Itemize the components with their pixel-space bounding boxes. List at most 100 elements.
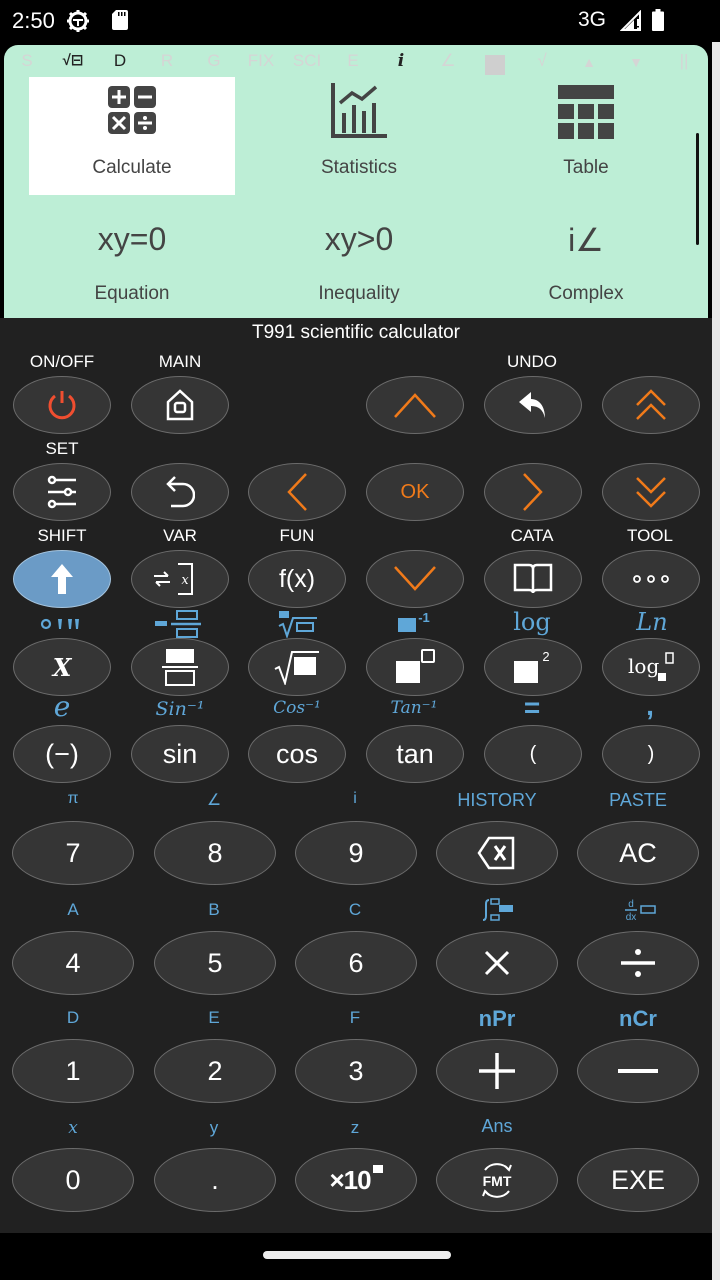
down-button[interactable]	[366, 550, 464, 608]
tool-button[interactable]	[602, 550, 700, 608]
back-button[interactable]	[131, 463, 229, 521]
format-button[interactable]: FMT	[436, 1148, 558, 1212]
execute-button[interactable]: EXE	[577, 1148, 699, 1212]
tan-button[interactable]: tan	[366, 725, 464, 783]
key-4[interactable]: 4	[12, 931, 134, 995]
table-icon	[558, 85, 614, 139]
square-button[interactable]: 2	[484, 638, 582, 696]
var-button[interactable]: x	[131, 550, 229, 608]
menu-label: Inequality	[318, 283, 400, 304]
fx-label: f(x)	[278, 564, 316, 593]
square-root-button[interactable]	[248, 638, 346, 696]
plus-button[interactable]	[436, 1039, 558, 1103]
key-label: 8	[207, 837, 223, 868]
negative-button[interactable]: (−)	[13, 725, 111, 783]
label-undo: UNDO	[506, 352, 558, 371]
shift-arrow-icon	[51, 564, 73, 594]
x-variable-button[interactable]: X	[13, 638, 111, 696]
log-base-button[interactable]: log	[602, 638, 700, 696]
divide-button[interactable]	[577, 931, 699, 995]
paste-label[interactable]: PASTE	[609, 790, 667, 811]
all-clear-button[interactable]: AC	[577, 821, 699, 885]
menu-calculate[interactable]: Calculate	[29, 77, 235, 195]
fmt-label: FMT	[483, 1173, 512, 1189]
power-icon	[48, 391, 76, 420]
key-label: )	[647, 742, 655, 765]
ok-label: OK	[400, 480, 430, 503]
key-0[interactable]: 0	[12, 1148, 134, 1212]
shift-button[interactable]	[13, 550, 111, 608]
menu-inequality[interactable]: xy>0 Inequality	[256, 205, 462, 318]
comma-shift-label: ,	[646, 690, 654, 721]
menu-statistics[interactable]: Statistics	[256, 77, 462, 195]
back-icon	[166, 476, 195, 508]
ncr-shift-label: nCr	[619, 1006, 657, 1031]
left-button[interactable]	[248, 463, 346, 521]
c-shift-label: C	[348, 900, 362, 919]
label-shift: SHIFT	[37, 526, 87, 545]
home-icon	[166, 389, 194, 421]
multiply-button[interactable]	[436, 931, 558, 995]
open-paren-button[interactable]: (	[484, 725, 582, 783]
page-up-button[interactable]	[602, 376, 700, 434]
cos-button[interactable]: cos	[248, 725, 346, 783]
power-box-icon	[396, 649, 435, 683]
key-label: 0	[65, 1164, 81, 1195]
undo-button[interactable]	[484, 376, 582, 434]
acos-shift-label: Cos⁻¹	[273, 698, 321, 718]
backspace-icon	[477, 836, 515, 870]
key-9[interactable]: 9	[295, 821, 417, 885]
log-base-icon: log	[628, 652, 674, 681]
decimal-point-button[interactable]: .	[154, 1148, 276, 1212]
complex-glyph: i∠	[568, 222, 604, 258]
minus-button[interactable]	[577, 1039, 699, 1103]
key-label: 7	[65, 837, 81, 868]
indicator-sci: SCI	[292, 51, 322, 70]
status-bar: 2:50 3G	[0, 0, 720, 42]
right-button[interactable]	[484, 463, 582, 521]
menu-table[interactable]: Table	[483, 77, 689, 195]
key-7[interactable]: 7	[12, 821, 134, 885]
up-button[interactable]	[366, 376, 464, 434]
key-8[interactable]: 8	[154, 821, 276, 885]
svg-text:d: d	[628, 899, 634, 910]
on-off-button[interactable]	[13, 376, 111, 434]
double-up-icon	[636, 389, 666, 420]
close-paren-button[interactable]: )	[602, 725, 700, 783]
equals-shift-label: =	[523, 692, 541, 723]
label-cata: CATA	[510, 526, 554, 545]
svg-text:dx: dx	[626, 912, 637, 922]
indicator-shift: S	[21, 51, 33, 70]
catalog-button[interactable]	[484, 550, 582, 608]
double-down-icon	[636, 477, 666, 508]
key-6[interactable]: 6	[295, 931, 417, 995]
exponent-box	[372, 1165, 383, 1173]
indicator-radian: R	[160, 51, 174, 70]
catalog-book-icon	[513, 563, 553, 594]
menu-equation[interactable]: xy=0 Equation	[29, 205, 235, 318]
key-1[interactable]: 1	[12, 1039, 134, 1103]
ok-button[interactable]: OK	[366, 463, 464, 521]
b-shift-label: B	[208, 900, 220, 919]
power-button[interactable]	[366, 638, 464, 696]
times-ten-power-button[interactable]: ×10	[295, 1148, 417, 1212]
fun-button[interactable]: f(x)	[248, 550, 346, 608]
page-down-button[interactable]	[602, 463, 700, 521]
delete-button[interactable]	[436, 821, 558, 885]
indicator-box	[485, 55, 505, 75]
menu-complex[interactable]: i∠ Complex	[483, 205, 689, 318]
set-button[interactable]	[13, 463, 111, 521]
home-gesture-handle[interactable]	[263, 1251, 451, 1259]
svg-text:x: x	[181, 573, 189, 588]
fraction-button[interactable]	[131, 638, 229, 696]
main-button[interactable]	[131, 376, 229, 434]
key-3[interactable]: 3	[295, 1039, 417, 1103]
sd-card-icon	[112, 10, 128, 30]
x10-label: ×10	[329, 1164, 371, 1195]
history-label[interactable]: HISTORY	[457, 790, 536, 811]
menu-label: Calculate	[92, 157, 172, 178]
menu-scrollbar[interactable]	[696, 133, 699, 245]
key-5[interactable]: 5	[154, 931, 276, 995]
key-2[interactable]: 2	[154, 1039, 276, 1103]
sin-button[interactable]: sin	[131, 725, 229, 783]
